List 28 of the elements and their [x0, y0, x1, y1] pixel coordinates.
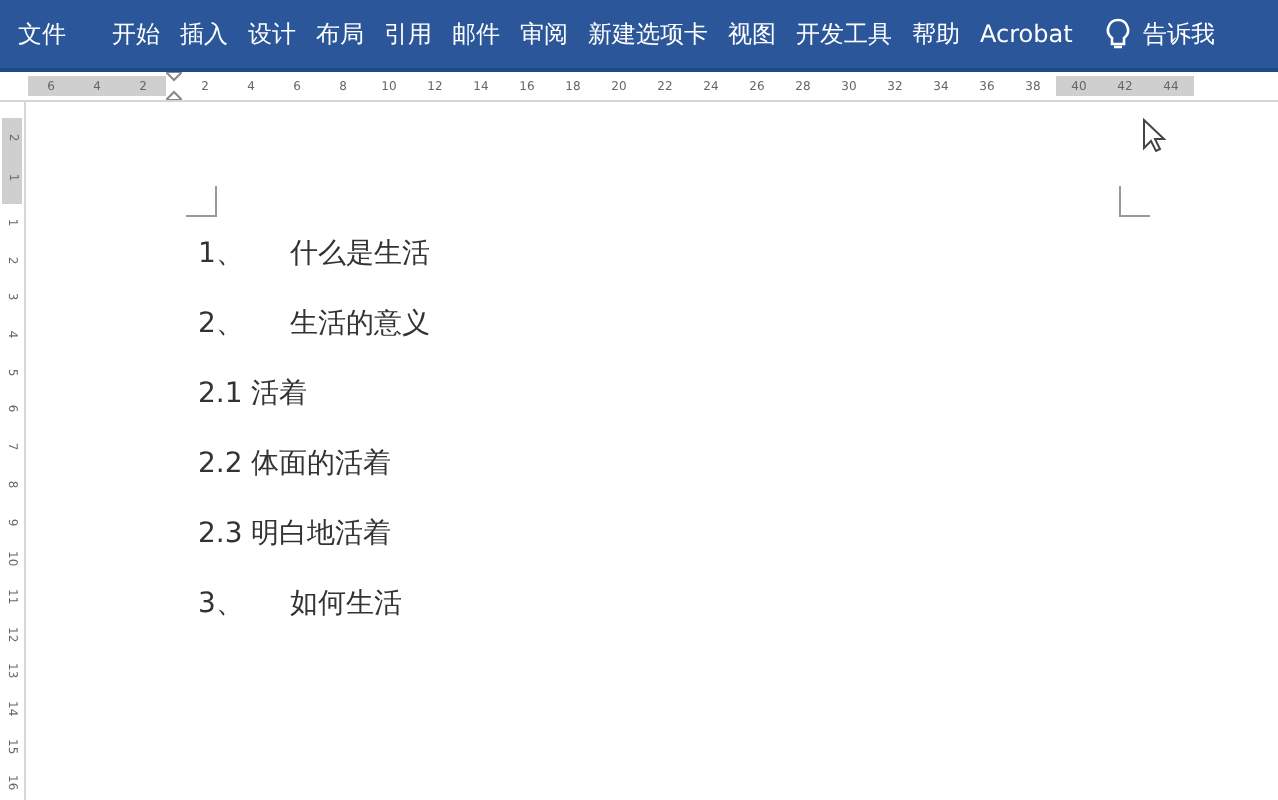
list-item-text: 如何生活: [290, 585, 402, 621]
ribbon-tab[interactable]: 开发工具: [786, 0, 902, 68]
ribbon-tab[interactable]: 设计: [238, 0, 306, 68]
margin-corner-mark: [1118, 186, 1150, 218]
list-number: 3、: [198, 585, 246, 621]
subheading-text: 2.3 明白地活着: [198, 515, 392, 551]
ribbon-tab[interactable]: 布局: [306, 0, 374, 68]
ribbon-tab[interactable]: 开始: [102, 0, 170, 68]
mouse-pointer-icon: [1142, 118, 1166, 154]
list-item-text: 什么是生活: [290, 235, 430, 271]
ribbon-tab[interactable]: 视图: [718, 0, 786, 68]
indent-marker-icon[interactable]: [166, 72, 182, 100]
ribbon-tab[interactable]: 帮助: [902, 0, 970, 68]
ribbon-tab[interactable]: 文件: [8, 0, 102, 68]
margin-corner-mark: [186, 186, 218, 218]
ribbon-tab[interactable]: 邮件: [442, 0, 510, 68]
list-item-text: 生活的意义: [290, 305, 430, 341]
lightbulb-icon: [1106, 18, 1131, 50]
ribbon-tab[interactable]: 新建选项卡: [578, 0, 718, 68]
list-number: 1、: [198, 235, 246, 271]
ribbon-tab[interactable]: Acrobat: [970, 0, 1083, 68]
ribbon-tab[interactable]: 审阅: [510, 0, 578, 68]
subheading-text: 2.1 活着: [198, 375, 308, 411]
ribbon-tab[interactable]: 引用: [374, 0, 442, 68]
subheading-text: 2.2 体面的活着: [198, 445, 392, 481]
tell-me-button[interactable]: 告诉我: [1094, 0, 1227, 68]
ribbon-tab[interactable]: 插入: [170, 0, 238, 68]
list-number: 2、: [198, 305, 246, 341]
